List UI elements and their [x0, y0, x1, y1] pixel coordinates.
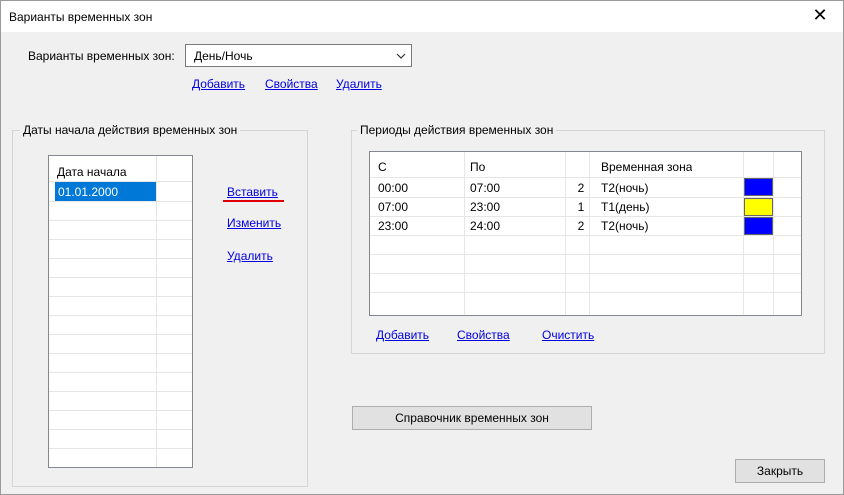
period-to: 07:00 — [470, 181, 501, 195]
periods-group-legend: Периоды действия временных зон — [357, 123, 557, 137]
variants-selected-value: День/Ночь — [194, 49, 253, 63]
zone-color-swatch — [744, 178, 773, 196]
period-zone-name: T2(ночь) — [601, 219, 649, 233]
period-zone-number: 1 — [577, 200, 585, 214]
period-from: 23:00 — [378, 219, 409, 233]
date-row-text: 01.01.2000 — [58, 185, 119, 199]
dates-listview[interactable]: Дата начала 01.01.2000 — [48, 155, 193, 468]
variant-properties-link[interactable]: Свойства — [265, 77, 318, 91]
period-from: 07:00 — [378, 200, 409, 214]
period-zone-name: T1(день) — [601, 200, 650, 214]
period-properties-link[interactable]: Свойства — [457, 328, 510, 342]
col-header-from[interactable]: С — [372, 160, 387, 174]
period-clear-link[interactable]: Очистить — [542, 328, 594, 342]
dialog-window: Варианты временных зон ✕ Варианты времен… — [0, 0, 844, 495]
period-add-link[interactable]: Добавить — [376, 328, 429, 342]
zone-color-swatch — [744, 217, 773, 235]
window-title: Варианты временных зон — [9, 10, 153, 24]
date-insert-link[interactable]: Вставить — [227, 185, 278, 199]
period-from: 00:00 — [378, 181, 409, 195]
date-row-selected[interactable]: 01.01.2000 — [55, 182, 156, 201]
title-bar: Варианты временных зон ✕ — [1, 1, 843, 32]
dates-column-header[interactable]: Дата начала — [51, 165, 127, 179]
date-delete-link[interactable]: Удалить — [227, 249, 273, 263]
periods-listview[interactable]: С По Временная зона 00:00 07:00 2 T2(ноч… — [369, 151, 802, 316]
insert-highlight-underline — [223, 200, 284, 202]
variants-combobox[interactable]: День/Ночь — [185, 44, 412, 67]
variant-add-link[interactable]: Добавить — [192, 77, 245, 91]
zone-reference-button[interactable]: Справочник временных зон — [352, 406, 592, 430]
period-to: 24:00 — [470, 219, 501, 233]
col-header-zone[interactable]: Временная зона — [595, 160, 692, 174]
period-to: 23:00 — [470, 200, 501, 214]
close-icon[interactable]: ✕ — [797, 1, 843, 32]
close-button[interactable]: Закрыть — [735, 459, 825, 483]
period-zone-number: 2 — [577, 181, 585, 195]
zone-color-swatch — [744, 198, 773, 216]
date-edit-link[interactable]: Изменить — [227, 216, 281, 230]
col-header-to[interactable]: По — [464, 160, 485, 174]
variants-label: Варианты временных зон: — [28, 49, 175, 63]
chevron-down-icon — [396, 53, 406, 59]
period-zone-number: 2 — [577, 219, 585, 233]
variant-delete-link[interactable]: Удалить — [336, 77, 382, 91]
period-zone-name: T2(ночь) — [601, 181, 649, 195]
dates-group-legend: Даты начала действия временных зон — [20, 123, 241, 137]
